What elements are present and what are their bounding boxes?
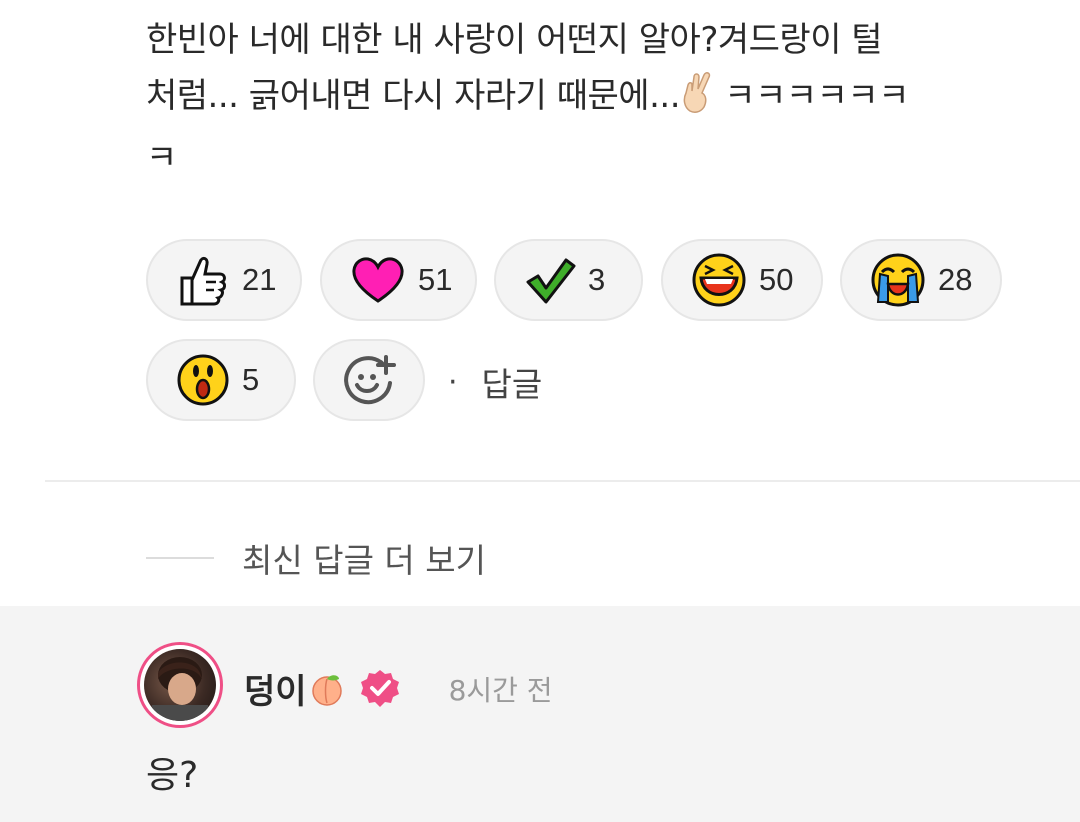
add-reaction-icon [344,355,396,405]
more-replies-button[interactable]: 최신 답글 더 보기 [146,534,486,582]
author-name[interactable]: 덩이 [244,664,307,713]
finger-heart-emoji-icon [680,71,714,130]
reply-body: 응? [146,755,199,796]
laughing-face-icon [692,253,746,307]
reaction-count: 21 [242,262,277,297]
reply-author-row: 덩이 8시간 전 [244,664,553,713]
reply-label[interactable]: 답글 [482,358,543,406]
reply-action[interactable]: · 답글 [448,358,543,406]
reply-item: 덩이 8시간 전 응? [0,606,1080,822]
comment-line-2-laugh: ㅋㅋㅋㅋㅋㅋ [714,76,909,116]
add-reaction-button[interactable] [313,339,425,421]
crying-face-icon [871,253,925,307]
reaction-thumbs-up[interactable]: 21 [146,239,302,321]
reaction-count: 5 [242,362,260,397]
peach-emoji-icon [311,674,342,706]
reaction-count: 28 [938,262,973,297]
heart-icon [352,257,404,303]
reaction-count: 51 [418,262,453,297]
reply-timestamp: 8시간 전 [448,673,553,707]
more-replies-line [146,557,214,559]
reaction-checkmark[interactable]: 3 [494,239,643,321]
checkmark-icon [526,258,576,304]
reaction-count: 50 [759,262,794,297]
reaction-laughing[interactable]: 50 [661,239,823,321]
reaction-heart[interactable]: 51 [320,239,477,321]
more-replies-label[interactable]: 최신 답글 더 보기 [242,534,486,582]
avatar[interactable] [137,642,223,728]
thumbs-up-icon [180,256,226,306]
comment-line-2: 처럼... 긁어내면 다시 자라기 때문에... ㅋㅋㅋㅋㅋㅋ [146,68,1046,130]
reaction-surprised[interactable]: 5 [146,339,296,421]
comment-line-2-text: 처럼... 긁어내면 다시 자라기 때문에... [146,76,681,116]
separator-dot: · [448,364,458,400]
surprised-face-icon [177,354,229,406]
reaction-crying[interactable]: 28 [840,239,1002,321]
comment-body: 한빈아 너에 대한 내 사랑이 어떤지 알아?겨드랑이 털 처럼... 긁어내면… [146,12,1046,186]
verified-badge-icon [360,669,399,707]
comment-line-3: ㅋ [146,138,177,178]
comment-line-1: 한빈아 너에 대한 내 사랑이 어떤지 알아?겨드랑이 털 [146,20,883,60]
avatar-image [144,649,216,721]
reaction-count: 3 [588,262,606,297]
section-divider [45,480,1080,482]
